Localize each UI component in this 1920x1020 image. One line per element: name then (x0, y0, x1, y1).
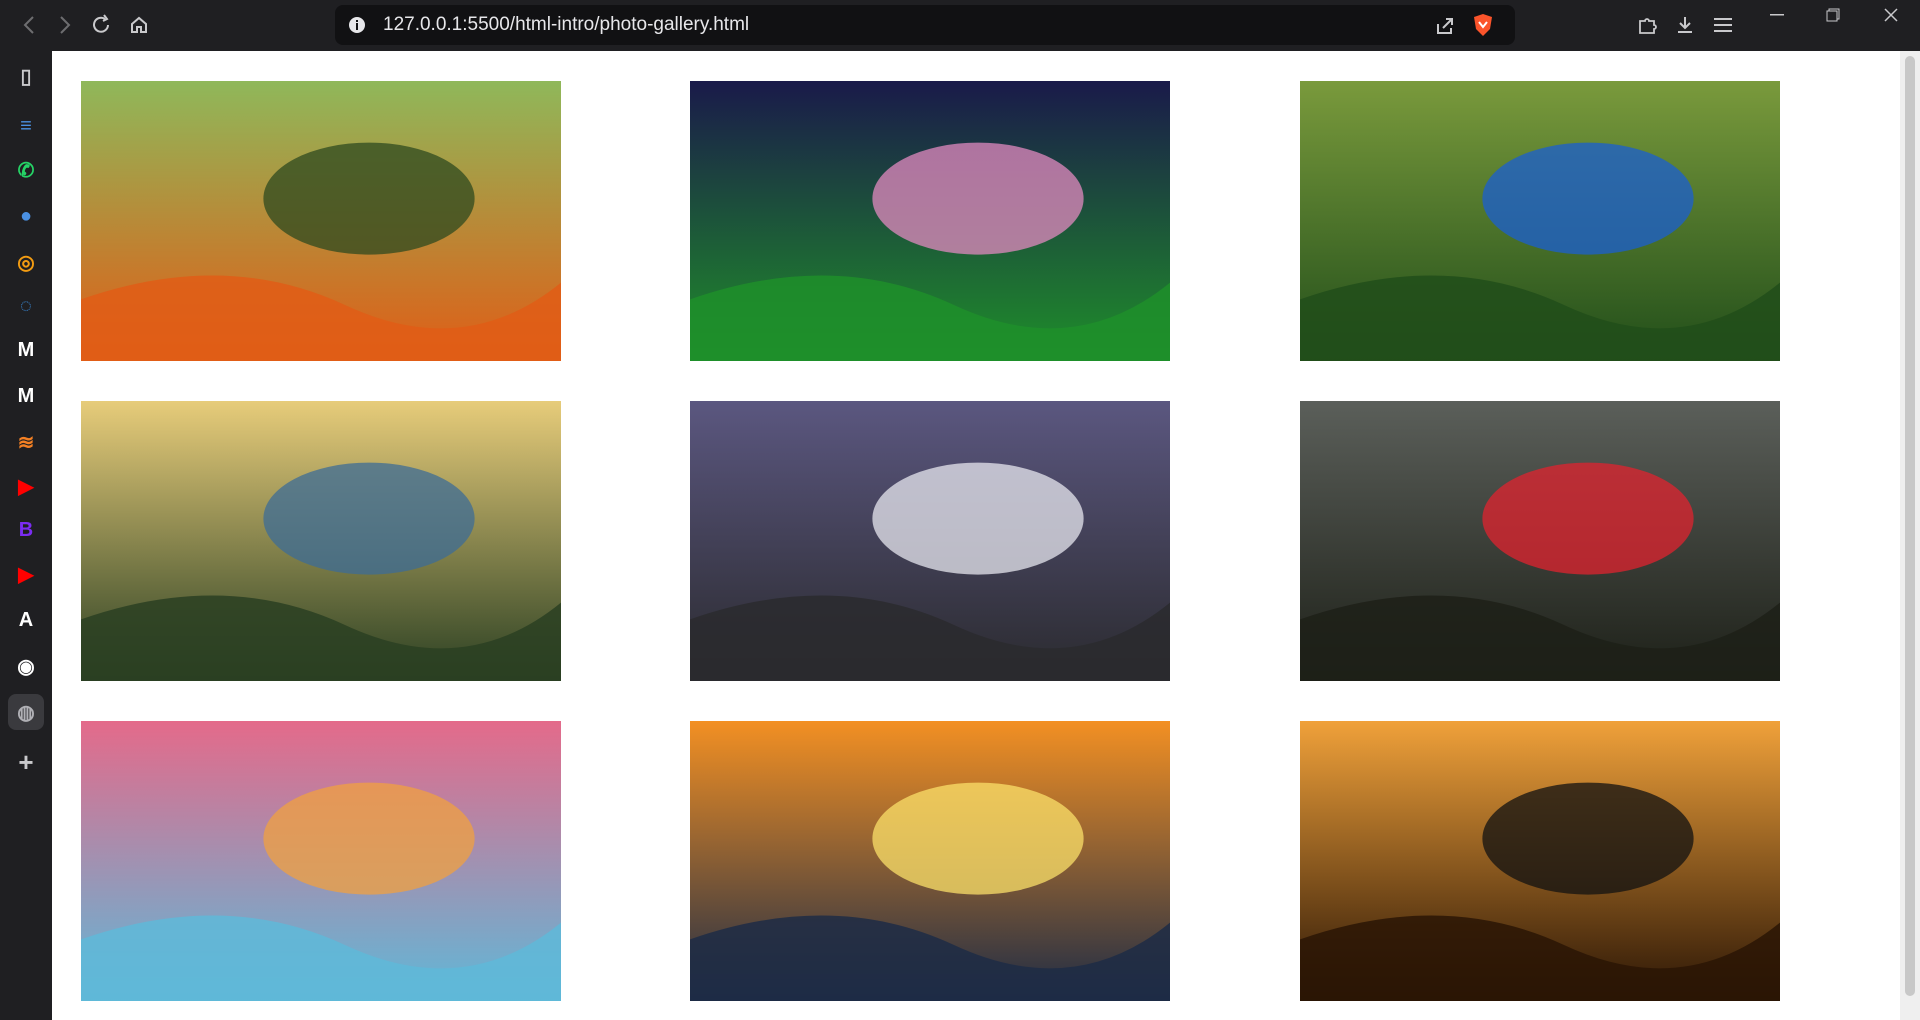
sunset-pier-photo (690, 721, 1170, 1001)
page-scrollbar[interactable] (1900, 51, 1920, 1020)
medium-icon[interactable]: M (8, 332, 44, 368)
moon-mountain-photo (690, 401, 1170, 681)
site-info-icon[interactable] (347, 15, 367, 35)
back-icon[interactable] (14, 10, 44, 40)
sidebar-panel-icon[interactable]: ▯ (8, 58, 44, 94)
web-icon[interactable]: ◍ (8, 694, 44, 730)
address-bar[interactable]: 127.0.0.1:5500/html-intro/photo-gallery.… (335, 5, 1515, 45)
menu-icon[interactable] (1710, 12, 1736, 38)
app-a-icon[interactable]: A (8, 602, 44, 638)
home-icon[interactable] (124, 10, 154, 40)
restore-icon[interactable] (1818, 2, 1848, 28)
photo-gallery-page (52, 51, 1900, 1020)
scrollbar-thumb[interactable] (1905, 56, 1915, 996)
reload-icon[interactable] (86, 10, 116, 40)
moon-fantasy-photo (690, 81, 1170, 361)
stack-overflow-icon[interactable]: ≋ (8, 424, 44, 460)
browser-sidebar: ▯ ≡ ✆ ● ◎ ◌ M M ≋ ▶ B ▶ A ◉ ◍ + (0, 50, 52, 1020)
add-panel-icon[interactable]: + (8, 744, 44, 780)
close-icon[interactable] (1876, 2, 1906, 28)
peacock-photo (1300, 81, 1780, 361)
youtube-icon-2[interactable]: ▶ (8, 556, 44, 592)
butterfly-photo (81, 81, 561, 361)
bootstrap-icon[interactable]: B (8, 512, 44, 548)
share-icon[interactable] (1433, 14, 1457, 38)
hummingbird-photo (1300, 401, 1780, 681)
lake-forest-photo (81, 401, 561, 681)
whatsapp-icon[interactable]: ✆ (8, 152, 44, 188)
minimize-icon[interactable] (1762, 2, 1792, 28)
github-icon[interactable]: ◉ (8, 648, 44, 684)
medium-icon-2[interactable]: M (8, 378, 44, 414)
download-icon[interactable] (1672, 12, 1698, 38)
youtube-icon[interactable]: ▶ (8, 468, 44, 504)
google-docs-icon[interactable]: ≡ (8, 108, 44, 144)
messenger-icon[interactable]: ◌ (8, 288, 44, 324)
bubbles-photo (81, 721, 561, 1001)
browser-toolbar: 127.0.0.1:5500/html-intro/photo-gallery.… (0, 0, 1920, 50)
forward-icon[interactable] (50, 10, 80, 40)
extensions-icon[interactable] (1634, 12, 1660, 38)
brave-shield-icon[interactable] (1470, 12, 1496, 38)
url-text[interactable]: 127.0.0.1:5500/html-intro/photo-gallery.… (383, 5, 749, 45)
search-app-icon[interactable]: ◎ (8, 244, 44, 280)
contacts-icon[interactable]: ● (8, 198, 44, 234)
couple-sunset-photo (1300, 721, 1780, 1001)
